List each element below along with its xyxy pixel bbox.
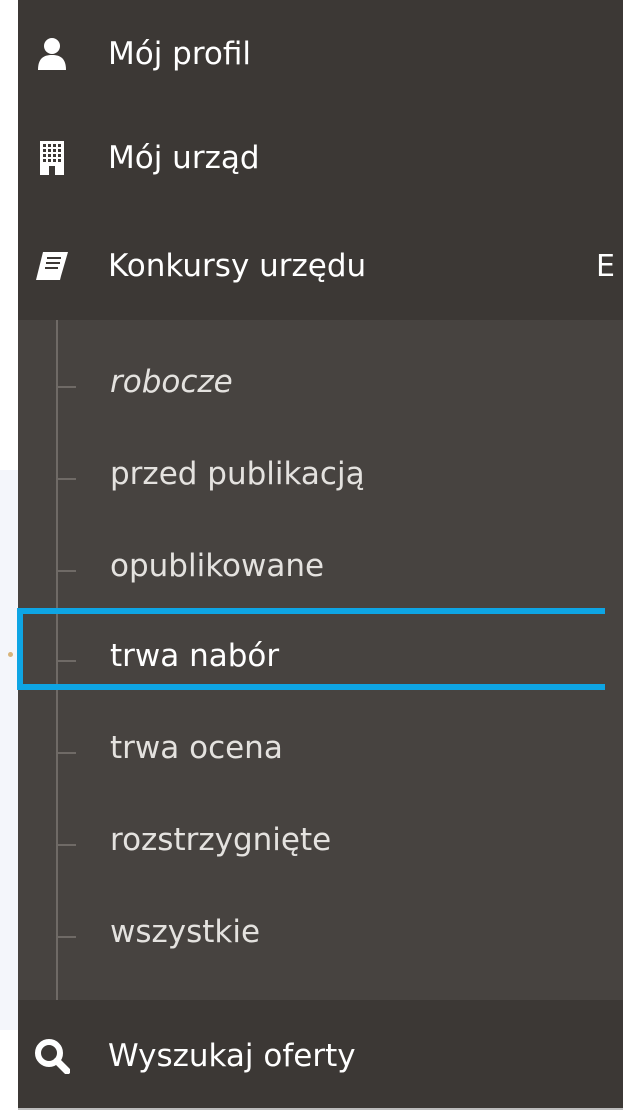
menu-item-office-competitions[interactable]: Konkursy urzędu E: [18, 212, 623, 320]
menu-item-my-profile[interactable]: Mój profil: [18, 0, 623, 108]
submenu-item-label: robocze: [110, 364, 233, 400]
background-dot: [8, 652, 13, 657]
submenu-item-label: trwa nabór: [110, 638, 280, 674]
menu-item-search-offers[interactable]: Wyszukaj oferty: [18, 1002, 623, 1108]
user-icon: [34, 36, 70, 72]
submenu-item-drafts[interactable]: robocze: [18, 342, 623, 432]
submenu-item-before-publication[interactable]: przed publikacją: [18, 434, 623, 524]
tree-tick: [58, 570, 76, 572]
submenu-item-label: wszystkie: [110, 914, 261, 950]
side-menu: Mój profil Mój urząd Konkursy urzędu E r…: [18, 0, 623, 1108]
tree-tick: [58, 936, 76, 938]
tree-tick: [58, 660, 76, 662]
app-canvas: Mój profil Mój urząd Konkursy urzędu E r…: [0, 0, 623, 1118]
building-icon: [34, 140, 70, 176]
tree-tick: [58, 844, 76, 846]
tree-tick: [58, 386, 76, 388]
tree-tick: [58, 752, 76, 754]
submenu-item-recruitment-ongoing[interactable]: trwa nabór: [18, 616, 623, 706]
menu-item-label: Mój urząd: [108, 140, 260, 176]
submenu-item-label: przed publikacją: [110, 456, 365, 492]
truncated-text: E: [596, 248, 615, 284]
submenu-item-label: opublikowane: [110, 548, 325, 584]
submenu-item-resolved[interactable]: rozstrzygnięte: [18, 800, 623, 890]
tree-tick: [58, 478, 76, 480]
background-accent: [0, 470, 18, 1030]
competitions-submenu: robocze przed publikacją opublikowane tr…: [18, 320, 623, 1000]
menu-item-my-office[interactable]: Mój urząd: [18, 104, 623, 212]
submenu-item-evaluation-ongoing[interactable]: trwa ocena: [18, 708, 623, 798]
menu-item-label: Mój profil: [108, 36, 252, 72]
submenu-item-label: trwa ocena: [110, 730, 283, 766]
submenu-item-all[interactable]: wszystkie: [18, 892, 623, 982]
submenu-item-label: rozstrzygnięte: [110, 822, 332, 858]
book-icon: [34, 248, 70, 284]
menu-item-label: Wyszukaj oferty: [108, 1038, 356, 1074]
submenu-item-published[interactable]: opublikowane: [18, 526, 623, 616]
menu-item-label: Konkursy urzędu: [108, 248, 367, 284]
search-icon: [34, 1038, 70, 1074]
